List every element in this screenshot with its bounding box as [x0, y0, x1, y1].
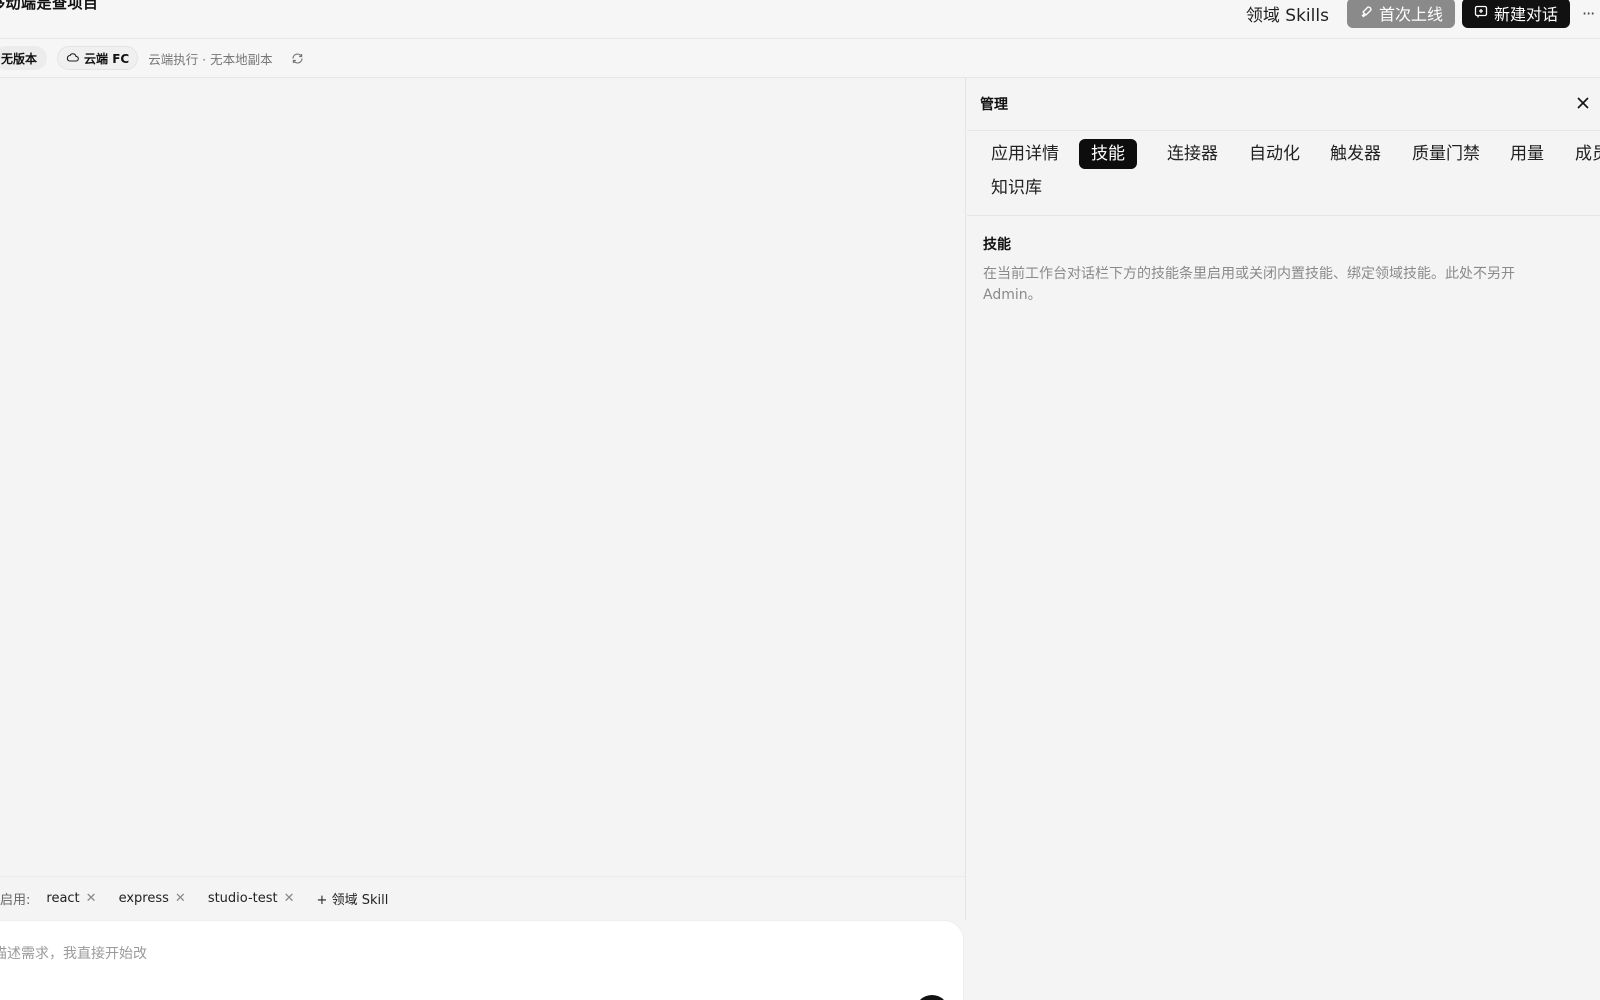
top-header: 移动端是查项目 领域 Skills 首次上线 新建对话 ···: [0, 0, 1600, 39]
remove-skill-icon[interactable]: ✕: [284, 892, 295, 905]
skill-tag-label: react: [46, 891, 80, 906]
panel-title: 管理: [980, 97, 1008, 113]
tab-automation[interactable]: 自动化: [1237, 139, 1312, 169]
skill-bar: 启用: react ✕ express ✕ studio-test ✕ + 领域…: [0, 876, 966, 920]
cloud-chip-label: 云端 FC: [84, 51, 130, 66]
header-actions: 领域 Skills 首次上线 新建对话 ···: [1246, 0, 1600, 28]
first-launch-button[interactable]: 首次上线: [1346, 0, 1455, 28]
more-icon[interactable]: ···: [1582, 4, 1600, 23]
chat-plus-icon: [1474, 4, 1488, 23]
tab-members[interactable]: 成员: [1563, 139, 1600, 169]
composer-input[interactable]: 描述需求，我直接开始改: [0, 943, 147, 963]
domain-skills-link[interactable]: 领域 Skills: [1246, 1, 1329, 26]
tab-connectors[interactable]: 连接器: [1155, 139, 1230, 169]
close-icon[interactable]: [1576, 95, 1590, 109]
send-button[interactable]: [915, 995, 949, 1000]
preview-canvas: [0, 78, 966, 876]
new-chat-label: 新建对话: [1493, 5, 1558, 24]
cloud-status-text: 云端执行 · 无本地副本: [148, 51, 273, 67]
tab-app-details[interactable]: 应用详情: [979, 139, 1071, 169]
section-title: 技能: [983, 237, 1011, 253]
tab-knowledge-base[interactable]: 知识库: [979, 173, 1054, 203]
tab-triggers[interactable]: 触发器: [1318, 139, 1393, 169]
skill-tag: express ✕: [119, 891, 186, 906]
app-root: 移动端是查项目 领域 Skills 首次上线 新建对话 ··· 无版本 云端 F…: [0, 0, 1600, 1000]
tab-usage[interactable]: 用量: [1498, 139, 1556, 169]
version-chip[interactable]: 无版本: [0, 46, 48, 70]
skill-tag-label: express: [118, 891, 169, 906]
panel-header: 管理: [967, 78, 1600, 131]
manage-panel: 管理 应用详情 技能 连接器 自动化 触发器 质量门禁 用量 成员 知识库 技能…: [967, 78, 1600, 1000]
cloud-icon: [66, 51, 79, 65]
skills-section: 技能 在当前工作台对话栏下方的技能条里启用或关闭内置技能、绑定领域技能。此处不另…: [967, 216, 1600, 306]
section-description: 在当前工作台对话栏下方的技能条里启用或关闭内置技能、绑定领域技能。此处不另开 A…: [983, 266, 1515, 303]
sub-toolbar: 无版本 云端 FC 云端执行 · 无本地副本: [0, 39, 1600, 78]
add-domain-skill-button[interactable]: + 领域 Skill: [317, 889, 389, 908]
refresh-icon[interactable]: [291, 51, 305, 65]
panel-tabs: 应用详情 技能 连接器 自动化 触发器 质量门禁 用量 成员 知识库: [967, 131, 1600, 216]
project-title: 移动端是查项目: [0, 0, 99, 12]
skill-tag-label: studio-test: [207, 891, 278, 906]
cloud-chip[interactable]: 云端 FC: [57, 46, 139, 70]
remove-skill-icon[interactable]: ✕: [175, 892, 186, 905]
skill-tag: react ✕: [46, 891, 96, 906]
rocket-icon: [1359, 4, 1373, 23]
skill-tag: studio-test ✕: [208, 891, 295, 906]
first-launch-label: 首次上线: [1378, 5, 1443, 24]
remove-skill-icon[interactable]: ✕: [86, 892, 97, 905]
chat-composer[interactable]: 描述需求，我直接开始改: [0, 920, 964, 1000]
skill-enabled-label: 启用:: [0, 893, 31, 908]
tab-skills[interactable]: 技能: [1079, 139, 1137, 169]
new-chat-button[interactable]: 新建对话: [1461, 0, 1570, 28]
tab-quality-gates[interactable]: 质量门禁: [1400, 139, 1492, 169]
